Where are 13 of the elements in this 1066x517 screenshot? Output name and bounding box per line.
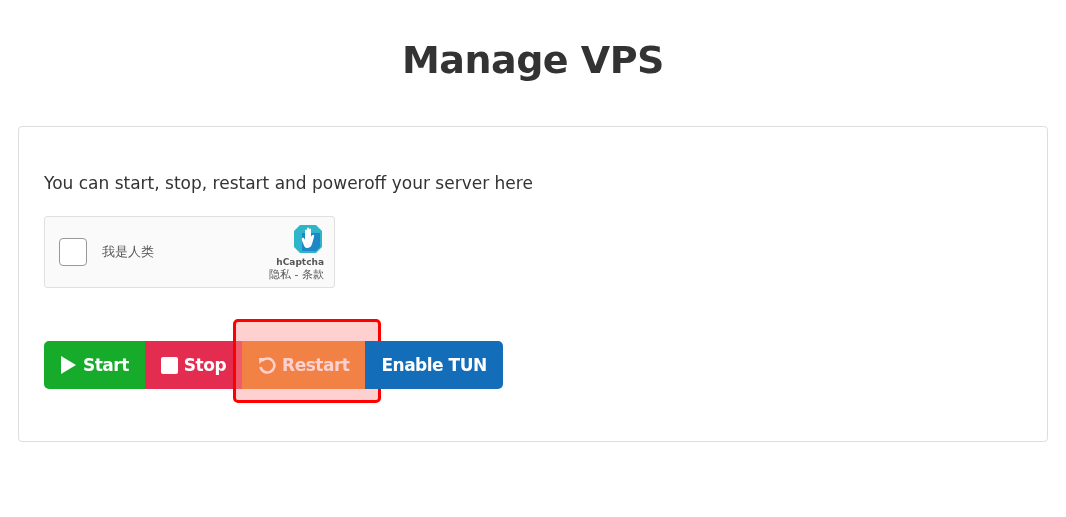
captcha-brand: hCaptcha	[276, 256, 324, 267]
start-button[interactable]: Start	[44, 341, 145, 389]
stop-icon	[160, 356, 178, 374]
privacy-terms-link[interactable]: 隐私 - 条款	[269, 266, 324, 282]
captcha-label: 我是人类	[102, 243, 155, 261]
restart-icon	[258, 356, 277, 374]
hand-logo-icon	[292, 222, 324, 255]
page-title: Manage VPS	[402, 38, 664, 82]
play-icon	[60, 355, 77, 375]
stop-button[interactable]: Stop	[144, 341, 243, 389]
captcha-checkbox[interactable]	[59, 238, 87, 266]
tun-button[interactable]: Enable TUN	[365, 341, 503, 389]
description-text: You can start, stop, restart and poweroff your server here	[44, 173, 534, 193]
